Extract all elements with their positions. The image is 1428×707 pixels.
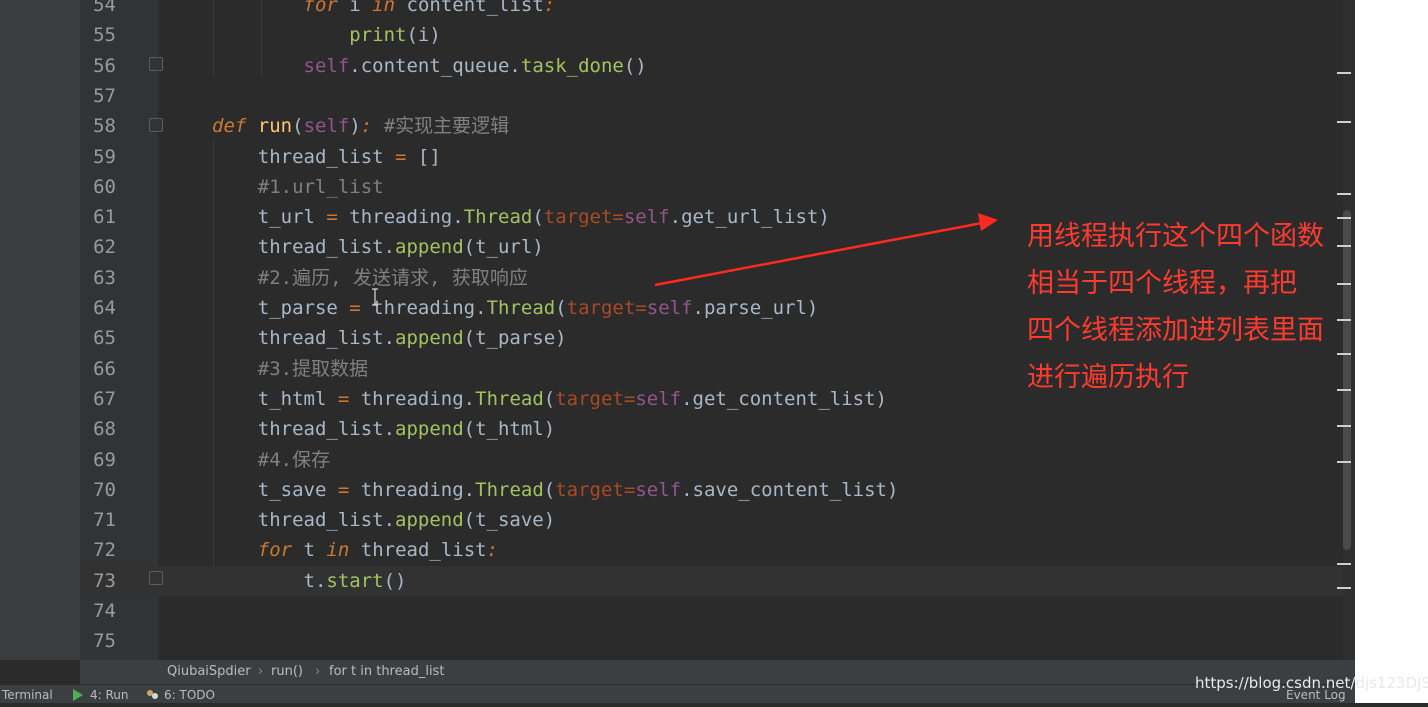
todo-icon[interactable] — [146, 685, 160, 707]
run-icon[interactable] — [72, 685, 86, 707]
text-cursor-icon — [372, 288, 378, 306]
annotation-line: 用线程执行这个四个函数 — [1027, 221, 1324, 252]
breadcrumb-method[interactable]: run() — [271, 660, 303, 684]
annotation-line: 四个线程添加进列表里面 — [1027, 315, 1324, 346]
annotation-text: 用线程执行这个四个函数 相当于四个线程，再把 四个线程添加进列表里面 进行遍历执… — [1027, 213, 1382, 401]
todo-tab[interactable]: 6: TODO — [164, 685, 215, 705]
breadcrumb-file[interactable]: QiubaiSpdier — [167, 660, 251, 684]
run-tab[interactable]: 4: Run — [90, 685, 129, 705]
breadcrumb-separator: › — [258, 664, 264, 679]
arrow-head — [978, 213, 998, 231]
watermark: https://blog.csdn.net/djs123DJS — [1195, 674, 1428, 692]
terminal-tab[interactable]: Terminal — [2, 685, 53, 705]
annotation-line: 相当于四个线程，再把 — [1027, 268, 1297, 299]
status-bar: Terminal 4: Run 6: TODO Event Log — [0, 685, 1355, 703]
breadcrumb-separator: › — [315, 664, 321, 679]
breadcrumb: QiubaiSpdier › run() › for t in thread_l… — [80, 660, 1355, 684]
breadcrumb-block[interactable]: for t in thread_list — [329, 660, 444, 684]
annotation-line: 进行遍历执行 — [1027, 362, 1189, 393]
arrow-shaft — [654, 221, 983, 287]
